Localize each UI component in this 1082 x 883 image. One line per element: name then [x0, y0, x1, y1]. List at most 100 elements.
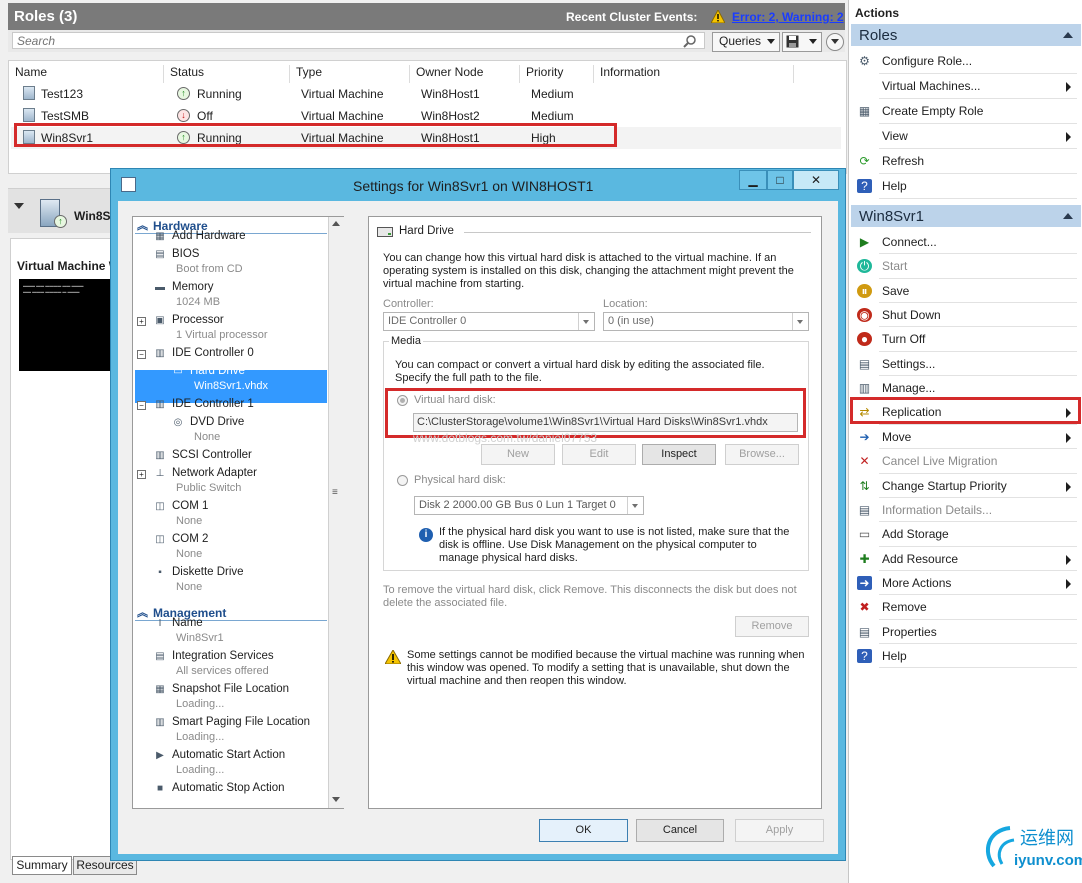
close-button[interactable]: ✕ [793, 170, 839, 190]
action-item[interactable]: ● Turn Off [851, 327, 1079, 351]
site-logo: 运维网 iyunv.com [980, 818, 1082, 878]
action-item[interactable]: ? Help [851, 174, 1079, 198]
search-icon[interactable] [683, 34, 697, 48]
chevron-down-icon[interactable] [14, 203, 24, 209]
column-header-name[interactable]: Name [9, 65, 164, 83]
tree-item[interactable]: ▶ Automatic Start Action [133, 748, 325, 765]
tree-item[interactable]: ◫ COM 2 [133, 532, 325, 549]
apply-button[interactable]: Apply [735, 819, 824, 842]
tree-item-detail: 1024 MB [176, 296, 221, 308]
column-header-type[interactable]: Type [290, 65, 410, 83]
physical-disk-radio[interactable] [397, 475, 408, 486]
table-row[interactable]: Test123 ↑ Running Virtual Machine Win8Ho… [11, 83, 841, 105]
expand-toggle-icon[interactable]: + [137, 470, 146, 479]
integration-icon: ▤ [155, 651, 165, 662]
action-item[interactable]: Virtual Machines... [851, 74, 1079, 98]
tree-item[interactable]: ◫ COM 1 [133, 499, 325, 516]
action-label: Save [882, 283, 910, 298]
tree-item[interactable]: − ▥ IDE Controller 1 [133, 397, 325, 414]
remove-button[interactable]: Remove [735, 616, 809, 637]
tree-item[interactable]: + ⊥ Network Adapter [133, 466, 325, 483]
expand-toggle-icon[interactable]: − [137, 401, 146, 410]
column-header-status[interactable]: Status [164, 65, 290, 83]
properties-icon: ▤ [858, 624, 871, 639]
action-item[interactable]: ? Help [851, 644, 1079, 668]
browse-button[interactable]: Browse... [725, 444, 799, 465]
cancel-button[interactable]: Cancel [636, 819, 724, 842]
tree-item[interactable]: ▥ SCSI Controller [133, 448, 325, 465]
expand-toggle-icon[interactable]: + [137, 317, 146, 326]
vm-console-thumbnail[interactable]: ▬▬▬ ▬▬ ▬▬▬▬ ▬▬ ▬▬▬ ▬▬ ▬▬▬ ▬▬▬▬ ▬ ▬▬▬ [19, 279, 121, 371]
action-item[interactable]: ➜ More Actions [851, 571, 1079, 595]
tree-item[interactable]: I Name [133, 616, 325, 633]
action-item[interactable]: ✖ Remove [851, 595, 1079, 619]
hard-drive-icon [377, 227, 393, 237]
maximize-button[interactable]: □ [767, 170, 793, 190]
action-item[interactable]: ▦ Create Empty Role [851, 99, 1079, 123]
cluster-events-link[interactable]: Error: 2, Warning: 2 [732, 10, 844, 24]
tree-item[interactable]: ▦ Add Hardware [133, 229, 325, 246]
action-item[interactable]: ▶ Connect... [851, 230, 1079, 254]
action-label: Connect... [882, 235, 937, 249]
action-item[interactable]: ◉ Shut Down [851, 303, 1079, 327]
actions-section-header[interactable]: Win8Svr1 [851, 205, 1081, 227]
tree-item[interactable]: − ▥ IDE Controller 0 [133, 346, 325, 363]
action-item[interactable]: ⚙ Configure Role... [851, 49, 1079, 73]
action-item[interactable]: ⟳ Refresh [851, 149, 1079, 173]
queries-button[interactable]: Queries [712, 32, 780, 52]
scsi-controller-icon: ▥ [155, 450, 165, 461]
edit-button[interactable]: Edit [562, 444, 636, 465]
action-item[interactable]: ⏻ Start [851, 254, 1079, 278]
scroll-up-icon[interactable] [332, 221, 340, 226]
tree-item-label: Memory [172, 281, 214, 293]
location-select[interactable]: 0 (in use) [603, 312, 809, 331]
tree-item[interactable]: ▬ Memory [133, 280, 325, 297]
actions-section-header[interactable]: Roles [851, 24, 1081, 46]
action-item[interactable]: View [851, 124, 1079, 148]
tree-item[interactable]: ◎ DVD Drive [133, 415, 325, 432]
tree-item[interactable]: ▥ Smart Paging File Location [133, 715, 325, 732]
action-item[interactable]: ▤ Information Details... [851, 498, 1079, 522]
controller-select[interactable]: IDE Controller 0 [383, 312, 595, 331]
dialog-titlebar[interactable]: Settings for Win8Svr1 on WIN8HOST1 ▁ □ ✕ [111, 169, 845, 201]
ok-button[interactable]: OK [539, 819, 628, 842]
action-item[interactable]: ➔ Move [851, 425, 1079, 449]
action-item[interactable]: ▤ Settings... [851, 352, 1079, 376]
tree-item[interactable]: ▤ BIOS [133, 247, 325, 264]
save-query-button[interactable] [782, 32, 822, 52]
inspect-button[interactable]: Inspect [642, 444, 716, 465]
collapse-button[interactable] [826, 33, 844, 51]
tree-item[interactable]: ■ Automatic Stop Action [133, 781, 325, 798]
physical-disk-info: If the physical hard disk you want to us… [439, 526, 790, 564]
column-header-information[interactable]: Information [594, 65, 794, 83]
tree-item[interactable]: ▭ Hard Drive [133, 364, 325, 381]
ide-controller-icon: ▥ [155, 399, 165, 410]
role-name: Test123 [41, 87, 84, 101]
new-button[interactable]: New [481, 444, 555, 465]
search-input[interactable] [12, 32, 705, 49]
action-item[interactable]: ✕ Cancel Live Migration [851, 449, 1079, 473]
expand-toggle-icon[interactable]: − [137, 350, 146, 359]
action-item[interactable]: ▤ Properties [851, 620, 1079, 644]
physical-disk-select[interactable]: Disk 2 2000.00 GB Bus 0 Lun 1 Target 0 [414, 496, 644, 515]
action-item[interactable]: ⇅ Change Startup Priority [851, 474, 1079, 498]
action-item[interactable]: ▭ Add Storage [851, 522, 1079, 546]
action-item[interactable]: ✚ Add Resource [851, 547, 1079, 571]
scroll-down-icon[interactable] [332, 797, 340, 802]
cluster-events-label: Recent Cluster Events: [566, 10, 698, 24]
tree-item[interactable]: ▤ Integration Services [133, 649, 325, 666]
cancel-migration-icon: ✕ [859, 454, 870, 469]
tree-item[interactable]: ▪ Diskette Drive [133, 565, 325, 582]
column-header-priority[interactable]: Priority [520, 65, 594, 83]
settings-dialog: Settings for Win8Svr1 on WIN8HOST1 ▁ □ ✕… [110, 168, 846, 861]
tab-summary[interactable]: Summary [12, 856, 72, 875]
tree-item[interactable]: ▦ Snapshot File Location [133, 682, 325, 699]
tree-item-label: Add Hardware [172, 230, 246, 242]
action-label: Add Resource [882, 551, 959, 566]
tree-item[interactable]: + ▣ Processor [133, 313, 325, 330]
actions-section-title: Win8Svr1 [859, 208, 925, 225]
minimize-button[interactable]: ▁ [739, 170, 767, 190]
action-item[interactable]: ⏸ Save [851, 279, 1079, 303]
column-header-owner-node[interactable]: Owner Node [410, 65, 520, 83]
tree-scrollbar[interactable]: ≡ [328, 217, 344, 808]
